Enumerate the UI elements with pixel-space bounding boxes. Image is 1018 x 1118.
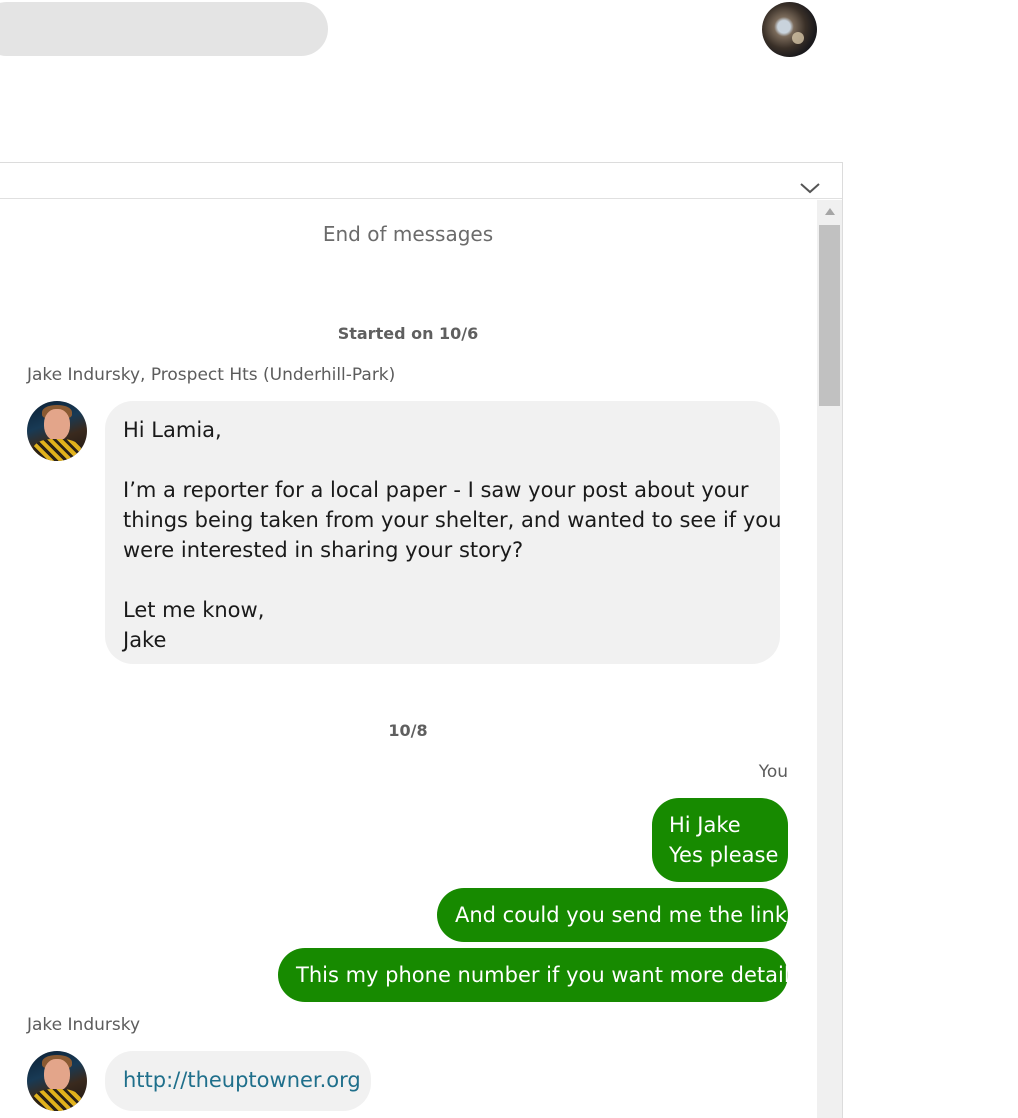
scroll-thumb[interactable] xyxy=(819,225,840,406)
message-link[interactable]: http://theuptowner.org xyxy=(123,1068,361,1092)
outgoing-message-bubble: Hi Jake Yes please xyxy=(652,798,788,882)
message-line: things being taken from your shelter, an… xyxy=(123,508,782,532)
you-label: You xyxy=(758,762,788,782)
outgoing-message-bubble: This my phone number if you want more de… xyxy=(278,948,801,1002)
message-text: And could you send me the link xyxy=(455,903,787,927)
panel-header xyxy=(0,163,842,199)
sender-name[interactable]: Jake Indursky xyxy=(27,1015,140,1035)
message-line: Let me know, xyxy=(123,598,265,622)
incoming-message-bubble: Hi Lamia, I’m a reporter for a local pap… xyxy=(105,401,782,664)
end-of-messages: End of messages xyxy=(322,222,494,246)
profile-avatar[interactable] xyxy=(762,2,817,57)
message-line: Hi Lamia, xyxy=(123,418,222,442)
scrollbar[interactable] xyxy=(817,200,842,1118)
date-separator: 10/8 xyxy=(388,721,428,740)
incoming-link-bubble: http://theuptowner.org xyxy=(105,1051,371,1111)
message-line: I’m a reporter for a local paper - I saw… xyxy=(123,478,749,502)
outgoing-message-bubble: And could you send me the link xyxy=(437,888,788,942)
chevron-down-icon[interactable] xyxy=(799,177,821,199)
sender-name[interactable]: Jake Indursky, Prospect Hts (Underhill-P… xyxy=(27,365,395,385)
message-line: were interested in sharing your story? xyxy=(123,538,524,562)
sender-avatar[interactable] xyxy=(27,401,87,461)
search-bar[interactable] xyxy=(0,2,328,56)
sender-avatar[interactable] xyxy=(27,1051,87,1111)
messaging-page: End of messages Started on 10/6 Jake Ind… xyxy=(0,0,1018,1118)
date-separator-started: Started on 10/6 xyxy=(337,324,479,343)
scroll-up-arrow-icon[interactable] xyxy=(825,208,835,215)
message-line: Yes please xyxy=(669,843,779,867)
message-line: Hi Jake xyxy=(669,813,741,837)
message-line: Jake xyxy=(123,628,167,652)
message-text: This my phone number if you want more de… xyxy=(296,963,801,987)
